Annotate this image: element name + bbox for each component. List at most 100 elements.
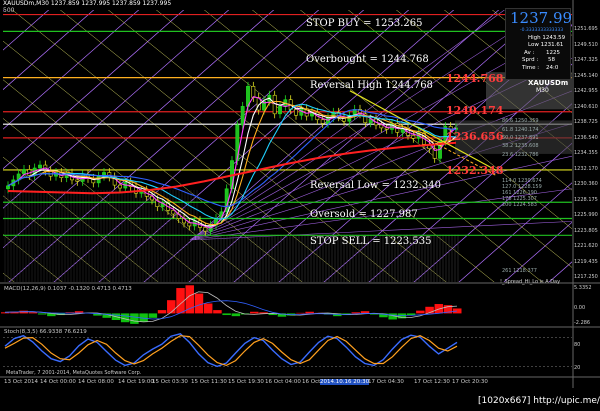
level-oversold: Oversold = 1227.987 [310, 209, 418, 220]
header-sub: 500 [3, 7, 15, 14]
macd-bar [148, 313, 158, 318]
price-tick: 1251.695 [574, 26, 598, 32]
info-av-value: 1225 [546, 50, 560, 56]
macd-bar [453, 308, 462, 314]
time-tick: 14 Oct 08:00 [78, 379, 114, 385]
time-tick: 15 Oct 03:30 [152, 379, 188, 385]
macd-bar [416, 310, 425, 314]
fib-label: 200 1224.583 [502, 202, 537, 208]
price-tick: 1225.990 [574, 212, 598, 218]
fan-line-up [3, 10, 5, 12]
fib-label: 50.0 1237.891 [502, 135, 539, 141]
candle-body [22, 169, 26, 175]
info-line1: -0.3333333333333 [520, 28, 564, 33]
macd-bar [28, 312, 38, 314]
copyright: MetaTrader, 7 2001-2014, MetaQuotes Soft… [6, 370, 142, 376]
price-tick: 1232.170 [574, 165, 598, 172]
macd-bar [37, 313, 47, 315]
macd-bar [222, 313, 231, 316]
stoch-label: Stoch(8,3,5) 66.9338 76.6219 [4, 329, 87, 335]
time-tick: 17 Oct 12:30 [414, 379, 450, 385]
time-tick: 14 Oct 00:00 [40, 379, 76, 385]
price-tick: 1249.510 [574, 41, 598, 48]
right-label-4: 1232.348 [446, 164, 504, 177]
candle-body [118, 184, 122, 189]
price-tick: 1236.540 [574, 134, 598, 141]
symbol-header: XAUUSDm,M30 1237.859 1237.995 1237.859 1… [3, 0, 172, 7]
candle-body [6, 185, 10, 190]
price-tick: 1217.250 [574, 274, 598, 280]
macd-bar [305, 311, 314, 314]
right-label-1: 1244.768 [446, 72, 504, 85]
fan-line-down [3, 272, 15, 282]
level-overbought: Overbought = 1244.768 [306, 54, 429, 65]
right-label-3: 1236.656 [446, 130, 504, 143]
info-sprd-label: Sprd : [522, 57, 539, 63]
macd-bar [250, 311, 259, 314]
macd-bar [351, 312, 361, 314]
info-box: 1237.99 -0.3333333333333 High 1243.59 Lo… [505, 8, 573, 80]
stoch-axis-20: 20 [574, 365, 581, 371]
macd-bar [120, 313, 130, 323]
macd-label: MACD(12,26,9) 0.1037 -0.1320 0.4713 0.47… [4, 286, 132, 292]
macd-axis-zero: 0.00 [574, 305, 586, 311]
level-stop-buy: STOP BUY = 1253.265 [306, 18, 423, 29]
stoch-main [4, 333, 458, 368]
info-av-label: Av : [524, 50, 535, 56]
price-tick: 1245.140 [574, 72, 598, 79]
price-tick: 1223.805 [574, 227, 598, 234]
time-tick: 17 Oct 04:30 [368, 379, 404, 385]
fib-label: 261 1218.377 [502, 268, 537, 274]
price-tick: 1242.955 [574, 88, 598, 94]
price-tick: 1234.355 [574, 150, 598, 156]
macd-axis-top: 5.3352 [574, 285, 592, 291]
level-stop-sell: STOP SELL = 1223.535 [310, 236, 432, 247]
info-low: Low 1231.61 [528, 42, 564, 48]
info-timeframe: M30 [536, 87, 549, 94]
time-tick: 13 Oct 2014 [4, 379, 39, 385]
candle-body [38, 164, 42, 169]
time-tick: 15 Oct 19:30 [228, 379, 264, 385]
chart-window: XAUUSDm,M30 1237.859 1237.995 1237.859 1… [0, 0, 600, 411]
fib-label: 61.8 1240.174 [502, 127, 539, 133]
candle-body [379, 124, 384, 129]
spread-note: !_Spread_Hi_Lo is A Day [500, 279, 561, 285]
candle-body [203, 227, 208, 232]
candle-body [75, 179, 80, 182]
stoch-signal [4, 335, 458, 367]
fan-line-up [8, 10, 320, 282]
price-tick: 1221.620 [574, 243, 598, 249]
time-tick: 16 Oct 04:00 [265, 379, 301, 385]
macd-bar [203, 303, 213, 314]
info-time-label: Time : [522, 65, 540, 71]
info-sprd-value: 58 [548, 57, 555, 63]
price-tick: 1240.610 [574, 103, 598, 110]
price-tick: 1219.435 [574, 258, 598, 265]
time-tick: 17 Oct 20:30 [452, 379, 488, 385]
level-reversal-high: Reversal High 1244.768 [310, 80, 433, 91]
price-tick: 1228.175 [574, 196, 598, 203]
watermark: [1020x667] http://upic.me/ [476, 396, 600, 406]
level-reversal-low: Reversal Low = 1232.340 [310, 180, 441, 191]
candle-body [272, 94, 277, 115]
macd-bar [167, 300, 176, 314]
info-high: High 1243.59 [528, 35, 566, 41]
time-tick: 15 Oct 11:30 [191, 379, 227, 385]
info-time-value: 24:0 [546, 65, 559, 71]
macd-bar [296, 312, 305, 314]
candle-body [411, 135, 416, 139]
macd-axis-bottom: -2.286 [574, 320, 591, 326]
macd-bar [213, 310, 222, 314]
macd-bar [157, 310, 167, 314]
fib-label: 38.2 1235.608 [502, 143, 539, 149]
price-tick: 1230.360 [574, 181, 598, 187]
time-tick: 14 Oct 19:00 [118, 379, 154, 385]
candle-body [320, 119, 325, 124]
price-tick: 1238.725 [574, 119, 598, 125]
info-price: 1237.99 [510, 9, 573, 27]
candle-body [251, 86, 256, 98]
price-tick: 1247.325 [574, 57, 598, 63]
fib-label: 23.6 1232.786 [502, 152, 539, 158]
time-tick: 2014.10.16 20:30 [320, 379, 370, 385]
info-symbol: XAUUSDm [528, 79, 569, 87]
